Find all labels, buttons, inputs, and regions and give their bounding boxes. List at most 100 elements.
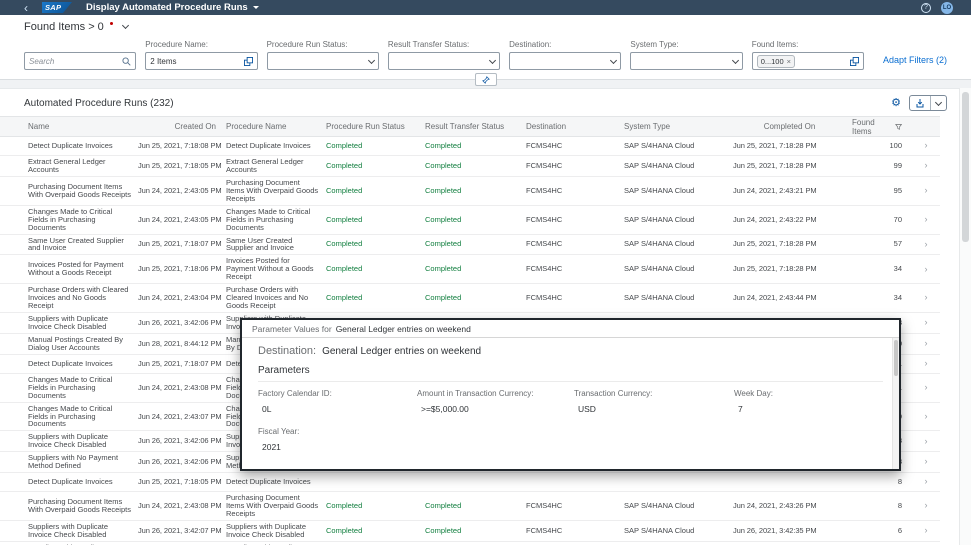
cell-completed-on: Jun 25, 2021, 7:18:28 PM: [733, 140, 852, 152]
row-chevron-icon[interactable]: ›: [912, 293, 940, 303]
search-icon[interactable]: [122, 57, 131, 66]
cell-destination: FCMS4HC: [526, 263, 624, 275]
app-title[interactable]: Display Automated Procedure Runs: [86, 2, 259, 13]
cell-destination: FCMS4HC: [526, 185, 624, 197]
cell-created-on: Jun 24, 2021, 2:43:04 PM: [138, 292, 226, 304]
export-button[interactable]: [910, 96, 930, 110]
cell-name: Purchase Orders with Cleared Invoices an…: [28, 284, 138, 312]
row-chevron-icon[interactable]: ›: [912, 437, 940, 447]
popup-scrollbar-thumb[interactable]: [894, 340, 898, 376]
system-type-label: System Type:: [630, 40, 742, 49]
cell-completed-on: [733, 480, 852, 484]
row-chevron-icon[interactable]: ›: [912, 215, 940, 225]
row-chevron-icon[interactable]: ›: [912, 412, 940, 422]
col-name[interactable]: Name: [28, 122, 138, 131]
parameter-value: USD: [574, 404, 734, 414]
hide-filter-bar-button[interactable]: [475, 73, 497, 86]
popup-scrollbar[interactable]: [892, 338, 899, 469]
back-icon[interactable]: ‹: [24, 3, 28, 13]
pin-icon: [482, 76, 490, 84]
col-system-type[interactable]: System Type: [624, 122, 733, 131]
cell-transfer-status: Completed: [425, 140, 526, 152]
col-procedure-name[interactable]: Procedure Name: [226, 122, 326, 131]
cell-run-status: Completed: [326, 160, 425, 172]
row-chevron-icon[interactable]: ›: [912, 477, 940, 487]
col-found-items[interactable]: Found Items: [852, 118, 912, 136]
cell-created-on: Jun 28, 2021, 8:44:12 PM: [138, 338, 226, 350]
cell-procedure-name: Detect Duplicate Invoices: [226, 476, 326, 488]
export-menu-button[interactable]: [930, 96, 946, 110]
cell-completed-on: Jun 24, 2021, 2:43:26 PM: [733, 500, 852, 512]
cell-name: Detect Duplicate Invoices: [28, 140, 138, 152]
cell-name: Purchasing Document Items With Overpaid …: [28, 496, 138, 516]
cell-system-type: SAP S/4HANA Cloud: [624, 292, 733, 304]
table-row[interactable]: Same User Created Supplier and InvoiceJu…: [0, 235, 940, 256]
filter-bar: Found Items > 0 Search Procedure Name: 2…: [0, 15, 971, 80]
page-scrollbar[interactable]: [959, 88, 971, 545]
row-chevron-icon[interactable]: ›: [912, 318, 940, 328]
col-procedure-run-status[interactable]: Procedure Run Status: [326, 122, 425, 131]
value-help-icon[interactable]: [244, 57, 253, 66]
col-completed-on[interactable]: Completed On: [733, 122, 852, 131]
table-row[interactable]: Detect Duplicate Invoices Jun 25, 2021, 7…: [0, 137, 940, 156]
col-created-on[interactable]: Created On: [138, 122, 226, 131]
table-row[interactable]: Suppliers with Duplicate Invoice Check D…: [0, 521, 940, 542]
row-chevron-icon[interactable]: ›: [912, 186, 940, 196]
row-chevron-icon[interactable]: ›: [912, 501, 940, 511]
table-row[interactable]: Changes Made to Critical Fields in Purch…: [0, 206, 940, 235]
row-chevron-icon[interactable]: ›: [912, 265, 940, 275]
row-chevron-icon[interactable]: ›: [912, 161, 940, 171]
cell-destination: FCMS4HC: [526, 525, 624, 537]
token-close-icon[interactable]: ×: [787, 57, 791, 66]
cell-destination: FCMS4HC: [526, 140, 624, 152]
cell-run-status: Completed: [326, 292, 425, 304]
cell-run-status: Completed: [326, 140, 425, 152]
row-chevron-icon[interactable]: ›: [912, 526, 940, 536]
cell-transfer-status: Completed: [425, 185, 526, 197]
adapt-filters-link[interactable]: Adapt Filters (2): [883, 55, 947, 65]
found-items-token[interactable]: 0...100 ×: [757, 55, 795, 68]
table-row[interactable]: Purchase Orders with Cleared Invoices an…: [0, 284, 940, 313]
procedure-name-input[interactable]: 2 Items: [145, 52, 257, 70]
procedure-run-status-select[interactable]: [267, 52, 379, 70]
cell-name: Changes Made to Critical Fields in Purch…: [28, 374, 138, 402]
cell-transfer-status: [425, 480, 526, 484]
popup-parameters-heading: Parameters: [258, 365, 883, 376]
variant-selector[interactable]: Found Items > 0: [24, 21, 128, 38]
popup-destination-line: Destination: General Ledger entries on w…: [258, 345, 883, 357]
parameter-label: Week Day:: [734, 389, 883, 398]
result-transfer-status-select[interactable]: [388, 52, 500, 70]
row-chevron-icon[interactable]: ›: [912, 457, 940, 467]
col-destination[interactable]: Destination: [526, 122, 624, 131]
col-result-transfer-status[interactable]: Result Transfer Status: [425, 122, 526, 131]
settings-gear-icon[interactable]: ⚙: [891, 98, 901, 109]
table-row[interactable]: Detect Duplicate InvoicesJun 25, 2021, 7…: [0, 473, 940, 492]
cell-name: Extract General Ledger Accounts: [28, 156, 138, 176]
sap-logo[interactable]: SAP: [42, 2, 72, 13]
table-row[interactable]: Extract General Ledger AccountsJun 25, 2…: [0, 156, 940, 177]
system-type-select[interactable]: [630, 52, 742, 70]
cell-created-on: Jun 25, 2021, 7:18:06 PM: [138, 263, 226, 275]
page-scrollbar-thumb[interactable]: [962, 92, 969, 242]
help-icon[interactable]: ?: [921, 3, 931, 13]
table-row[interactable]: Invoices Posted for Payment Without a Go…: [0, 255, 940, 284]
search-input[interactable]: Search: [24, 52, 136, 70]
cell-created-on: Jun 24, 2021, 2:43:08 PM: [138, 382, 226, 394]
row-chevron-icon[interactable]: ›: [912, 141, 940, 151]
row-chevron-icon[interactable]: ›: [912, 339, 940, 349]
table-row[interactable]: Purchasing Document Items With Overpaid …: [0, 177, 940, 206]
row-chevron-icon[interactable]: ›: [912, 359, 940, 369]
cell-found-items: 95: [852, 185, 912, 197]
destination-select[interactable]: [509, 52, 621, 70]
row-chevron-icon[interactable]: ›: [912, 383, 940, 393]
system-type-filter: System Type:: [630, 40, 742, 70]
row-chevron-icon[interactable]: ›: [912, 240, 940, 250]
found-items-input[interactable]: 0...100 ×: [752, 52, 864, 70]
parameter-value: >=$5,000.00: [417, 404, 574, 414]
table-row[interactable]: Purchasing Document Items With Overpaid …: [0, 492, 940, 521]
avatar[interactable]: LO: [941, 2, 953, 14]
cell-name: Changes Made to Critical Fields in Purch…: [28, 206, 138, 234]
cell-found-items: 8: [852, 500, 912, 512]
value-help-icon[interactable]: [850, 57, 859, 66]
cell-found-items: 34: [852, 263, 912, 275]
